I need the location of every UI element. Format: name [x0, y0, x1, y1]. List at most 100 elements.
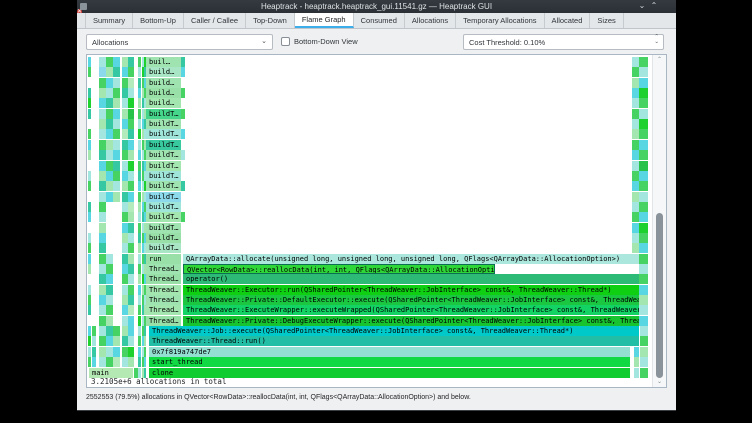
flame-frame[interactable]: [138, 285, 141, 295]
maximize-button[interactable]: ⌃: [648, 0, 660, 13]
flame-frame[interactable]: [639, 150, 648, 160]
flame-frame[interactable]: [639, 274, 648, 284]
flame-frame[interactable]: [181, 129, 185, 139]
flame-frame[interactable]: ThreadWeaver::Job::execute(QSharedPointe…: [149, 326, 639, 336]
flame-frame[interactable]: [106, 150, 113, 160]
flame-frame[interactable]: [640, 326, 648, 336]
flame-frame[interactable]: [181, 88, 185, 98]
flame-frame[interactable]: [138, 192, 141, 202]
flame-frame[interactable]: [99, 150, 106, 160]
flame-frame[interactable]: [113, 109, 120, 119]
flame-frame[interactable]: [99, 233, 106, 243]
flame-frame[interactable]: [632, 129, 639, 139]
flame-frame[interactable]: [632, 150, 639, 160]
flame-frame[interactable]: ThreadWeaver::Private::DefaultExecutor::…: [183, 295, 639, 305]
flame-frame[interactable]: 0x7f819a747de7: [149, 347, 630, 357]
flame-frame[interactable]: [99, 192, 106, 202]
flame-frame[interactable]: [92, 336, 96, 346]
flame-frame[interactable]: [128, 88, 134, 98]
flame-frame[interactable]: [632, 67, 639, 77]
flame-frame[interactable]: [113, 57, 120, 67]
flame-frame[interactable]: Thread…: [146, 274, 181, 284]
flame-frame[interactable]: [639, 78, 648, 88]
flame-frame[interactable]: [144, 326, 146, 336]
flame-frame[interactable]: [639, 57, 648, 67]
flame-frame[interactable]: build…: [146, 67, 181, 77]
flame-frame[interactable]: [88, 233, 91, 243]
scrollbar-down-icon[interactable]: ⌄: [653, 378, 666, 386]
flame-frame[interactable]: [639, 129, 648, 139]
flame-frame[interactable]: [106, 285, 113, 295]
spinbox-arrows-icon[interactable]: ⌃⌄: [654, 35, 659, 45]
flame-frame[interactable]: [138, 212, 141, 222]
flame-frame[interactable]: [634, 357, 639, 367]
flame-frame[interactable]: [634, 368, 639, 378]
flame-frame[interactable]: [106, 305, 113, 315]
flame-frame[interactable]: [632, 233, 639, 243]
flame-frame[interactable]: [106, 192, 113, 202]
flame-frame[interactable]: [128, 181, 134, 191]
flame-frame[interactable]: [113, 67, 120, 77]
flame-frame[interactable]: [106, 336, 113, 346]
flame-frame[interactable]: buildT…: [146, 243, 181, 253]
flame-frame[interactable]: [106, 171, 113, 181]
flame-frame[interactable]: [639, 161, 648, 171]
tab-flame-graph[interactable]: Flame Graph: [295, 13, 354, 28]
flame-frame[interactable]: QArrayData::allocate(unsigned long, unsi…: [183, 254, 639, 264]
flame-frame[interactable]: [128, 326, 134, 336]
flame-frame[interactable]: [128, 274, 134, 284]
flame-frame[interactable]: [632, 243, 639, 253]
flame-frame[interactable]: buildT…: [146, 192, 181, 202]
flame-frame[interactable]: [632, 78, 639, 88]
flame-frame[interactable]: [99, 326, 106, 336]
flame-frame[interactable]: [639, 88, 648, 98]
flame-frame[interactable]: [640, 347, 648, 357]
flame-frame[interactable]: build…: [146, 78, 181, 88]
flame-frame[interactable]: [639, 243, 648, 253]
flame-frame[interactable]: [138, 243, 141, 253]
flame-frame[interactable]: [106, 316, 113, 326]
flame-frame[interactable]: [99, 295, 106, 305]
flame-frame[interactable]: [128, 202, 134, 212]
flame-frame[interactable]: [128, 78, 134, 88]
flame-frame[interactable]: [128, 233, 134, 243]
flame-frame[interactable]: [88, 57, 91, 67]
flame-frame[interactable]: [138, 357, 141, 367]
flame-frame[interactable]: [639, 181, 648, 191]
flame-frame[interactable]: [88, 305, 91, 315]
flame-frame[interactable]: [106, 161, 113, 171]
flame-frame[interactable]: [106, 357, 113, 367]
cost-threshold-spinbox[interactable]: Cost Threshold: 0.10% ⌃⌄: [463, 34, 664, 50]
flame-frame[interactable]: [128, 140, 134, 150]
flame-frame[interactable]: [632, 109, 639, 119]
flame-frame[interactable]: [128, 357, 134, 367]
flame-frame[interactable]: [144, 347, 146, 357]
flame-frame[interactable]: [88, 285, 91, 295]
dimension-combobox[interactable]: Allocations ⌄: [86, 34, 273, 50]
flame-frame[interactable]: buildT…: [146, 161, 181, 171]
flame-frame[interactable]: ThreadWeaver::Thread::run(): [149, 336, 639, 346]
flame-frame[interactable]: [99, 129, 106, 139]
flame-frame[interactable]: buildT…: [146, 202, 181, 212]
flame-frame[interactable]: [138, 264, 141, 274]
flame-frame[interactable]: [106, 140, 113, 150]
flame-frame[interactable]: [88, 295, 91, 305]
flame-frame[interactable]: [92, 326, 96, 336]
flame-frame[interactable]: [106, 109, 113, 119]
flame-frame[interactable]: [113, 171, 120, 181]
flame-frame[interactable]: [113, 347, 120, 357]
flame-frame[interactable]: [106, 129, 113, 139]
flame-frame[interactable]: [99, 316, 106, 326]
flame-frame[interactable]: [99, 264, 106, 274]
flame-frame[interactable]: [113, 98, 120, 108]
flame-frame[interactable]: [106, 295, 113, 305]
flame-frame[interactable]: [639, 264, 648, 274]
flame-frame[interactable]: [632, 212, 639, 222]
flame-frame[interactable]: [113, 140, 120, 150]
flame-frame[interactable]: [113, 192, 120, 202]
flame-frame[interactable]: buildT…: [146, 129, 181, 139]
flame-frame[interactable]: [99, 243, 106, 253]
flame-frame[interactable]: [128, 223, 134, 233]
checkbox-box-icon[interactable]: [281, 37, 290, 46]
flame-frame[interactable]: ThreadWeaver::Private::DebugExecuteWrapp…: [183, 316, 639, 326]
